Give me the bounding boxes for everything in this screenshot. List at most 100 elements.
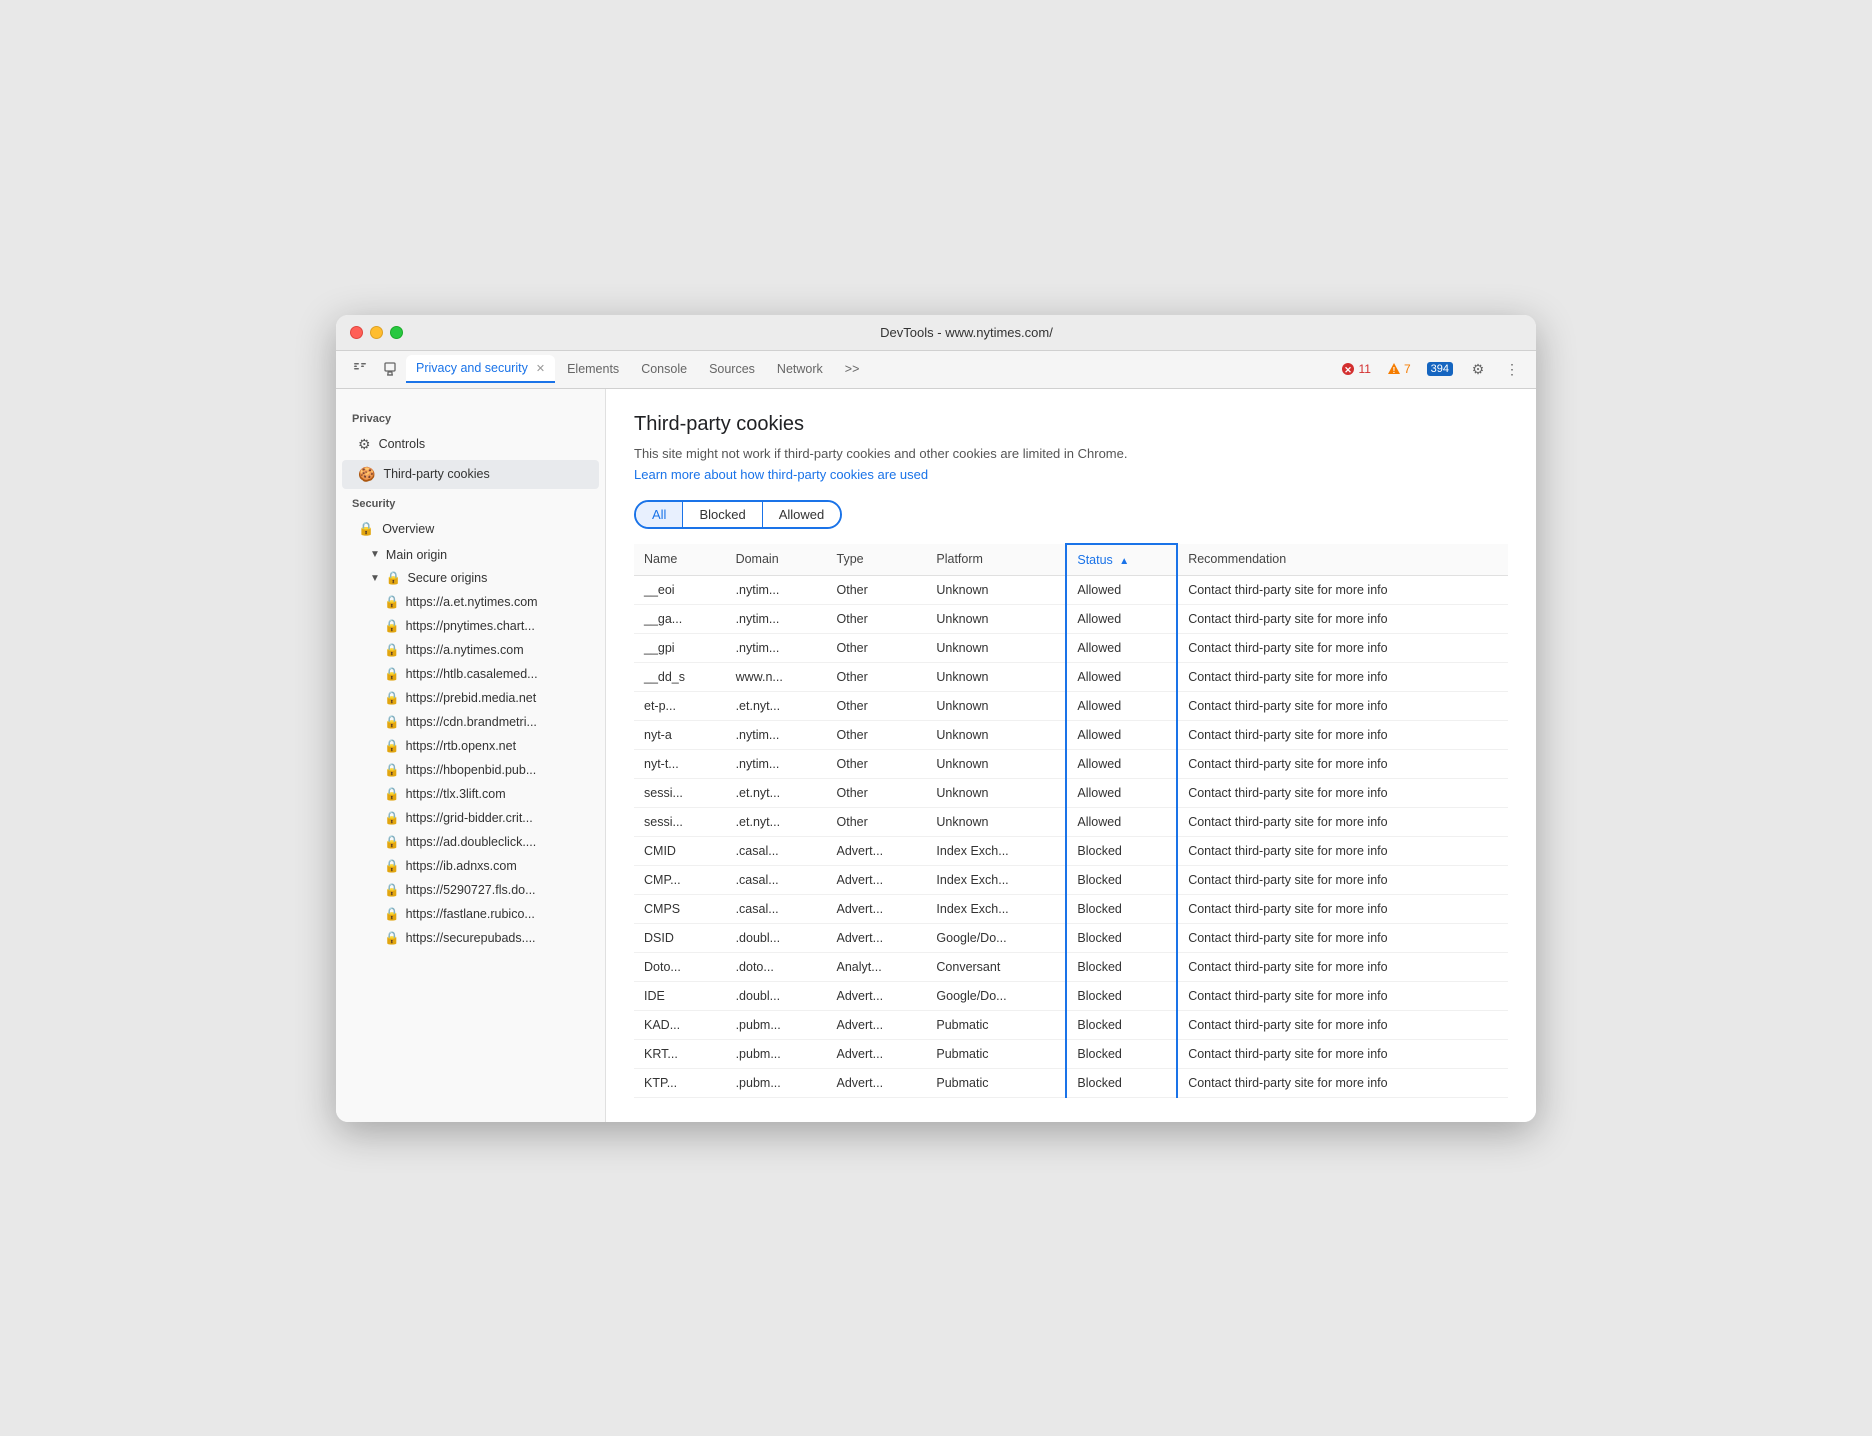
lock-icon: 🔒 [358, 521, 374, 537]
tab-close-icon[interactable]: ✕ [536, 362, 545, 375]
col-name[interactable]: Name [634, 544, 726, 576]
table-row[interactable]: nyt-a.nytim...OtherUnknownAllowedContact… [634, 720, 1508, 749]
cell-type: Advert... [827, 1068, 927, 1097]
sidebar-origin-6[interactable]: 🔒 https://cdn.brandmetri... [342, 711, 599, 734]
table-row[interactable]: __eoi.nytim...OtherUnknownAllowedContact… [634, 575, 1508, 604]
sidebar-origin-7-label: https://rtb.openx.net [406, 739, 517, 753]
tab-sources[interactable]: Sources [699, 356, 765, 382]
sidebar-origin-7[interactable]: 🔒 https://rtb.openx.net [342, 735, 599, 758]
tab-elements[interactable]: Elements [557, 356, 629, 382]
warning-badge[interactable]: ! 7 [1382, 360, 1416, 378]
cell-name: KTP... [634, 1068, 726, 1097]
selector-icon-button[interactable] [346, 355, 374, 383]
col-type[interactable]: Type [827, 544, 927, 576]
table-row[interactable]: DSID.doubl...Advert...Google/Do...Blocke… [634, 923, 1508, 952]
tab-network[interactable]: Network [767, 356, 833, 382]
sidebar-origin-12[interactable]: 🔒 https://ib.adnxs.com [342, 855, 599, 878]
table-row[interactable]: CMP....casal...Advert...Index Exch...Blo… [634, 865, 1508, 894]
lock-icon-secure: 🔒 [386, 571, 402, 586]
col-domain[interactable]: Domain [726, 544, 827, 576]
lock-icon-10: 🔒 [384, 811, 400, 826]
sidebar-main-origin[interactable]: ▼ Main origin [342, 544, 599, 566]
table-row[interactable]: nyt-t....nytim...OtherUnknownAllowedCont… [634, 749, 1508, 778]
filter-all-button[interactable]: All [636, 502, 683, 527]
learn-more-link[interactable]: Learn more about how third-party cookies… [634, 467, 928, 482]
sidebar-origin-2[interactable]: 🔒 https://pnytimes.chart... [342, 615, 599, 638]
info-badge[interactable]: 394 [1422, 360, 1458, 378]
sidebar-origin-11[interactable]: 🔒 https://ad.doubleclick.... [342, 831, 599, 854]
sidebar-origin-8[interactable]: 🔒 https://hbopenbid.pub... [342, 759, 599, 782]
table-row[interactable]: __ga....nytim...OtherUnknownAllowedConta… [634, 604, 1508, 633]
sidebar-item-overview[interactable]: 🔒 Overview [342, 515, 599, 543]
sidebar-item-third-party-cookies[interactable]: 🍪 Third-party cookies [342, 460, 599, 489]
table-row[interactable]: IDE.doubl...Advert...Google/Do...Blocked… [634, 981, 1508, 1010]
close-button[interactable] [350, 326, 363, 339]
sidebar-origin-10[interactable]: 🔒 https://grid-bidder.crit... [342, 807, 599, 830]
filter-allowed-button[interactable]: Allowed [763, 502, 841, 527]
table-row[interactable]: CMID.casal...Advert...Index Exch...Block… [634, 836, 1508, 865]
cell-platform: Unknown [926, 662, 1066, 691]
cell-type: Other [827, 807, 927, 836]
table-row[interactable]: et-p....et.nyt...OtherUnknownAllowedCont… [634, 691, 1508, 720]
cell-name: sessi... [634, 778, 726, 807]
more-options-button[interactable]: ⋮ [1498, 355, 1526, 383]
sidebar-origin-13[interactable]: 🔒 https://5290727.fls.do... [342, 879, 599, 902]
table-row[interactable]: KAD....pubm...Advert...PubmaticBlockedCo… [634, 1010, 1508, 1039]
cell-type: Other [827, 778, 927, 807]
col-recommendation[interactable]: Recommendation [1177, 544, 1508, 576]
table-row[interactable]: sessi....et.nyt...OtherUnknownAllowedCon… [634, 778, 1508, 807]
sidebar-origin-11-label: https://ad.doubleclick.... [406, 835, 537, 849]
cell-status: Blocked [1066, 1010, 1177, 1039]
error-icon: ✕ [1341, 362, 1355, 376]
table-row[interactable]: __dd_swww.n...OtherUnknownAllowedContact… [634, 662, 1508, 691]
cell-domain: .pubm... [726, 1010, 827, 1039]
table-row[interactable]: __gpi.nytim...OtherUnknownAllowedContact… [634, 633, 1508, 662]
cell-domain: .casal... [726, 894, 827, 923]
cell-name: __gpi [634, 633, 726, 662]
cell-domain: .et.nyt... [726, 807, 827, 836]
gear-icon: ⚙ [358, 436, 371, 453]
cell-status: Blocked [1066, 894, 1177, 923]
tab-privacy-security[interactable]: Privacy and security ✕ [406, 355, 555, 383]
table-row[interactable]: sessi....et.nyt...OtherUnknownAllowedCon… [634, 807, 1508, 836]
col-status[interactable]: Status ▲ [1066, 544, 1177, 576]
cell-name: KRT... [634, 1039, 726, 1068]
maximize-button[interactable] [390, 326, 403, 339]
sidebar-origin-1[interactable]: 🔒 https://a.et.nytimes.com [342, 591, 599, 614]
lock-icon-9: 🔒 [384, 787, 400, 802]
tab-more[interactable]: >> [835, 356, 870, 382]
sidebar-secure-origins[interactable]: ▼ 🔒 Secure origins [342, 567, 599, 590]
sidebar-origin-13-label: https://5290727.fls.do... [406, 883, 536, 897]
cell-status: Allowed [1066, 662, 1177, 691]
sidebar-origin-3[interactable]: 🔒 https://a.nytimes.com [342, 639, 599, 662]
filter-blocked-button[interactable]: Blocked [683, 502, 762, 527]
table-row[interactable]: CMPS.casal...Advert...Index Exch...Block… [634, 894, 1508, 923]
device-toggle-button[interactable] [376, 355, 404, 383]
sidebar-origin-15[interactable]: 🔒 https://securepubads.... [342, 927, 599, 950]
cell-name: nyt-a [634, 720, 726, 749]
table-row[interactable]: KRT....pubm...Advert...PubmaticBlockedCo… [634, 1039, 1508, 1068]
table-row[interactable]: Doto....doto...Analyt...ConversantBlocke… [634, 952, 1508, 981]
sidebar-origin-14[interactable]: 🔒 https://fastlane.rubico... [342, 903, 599, 926]
cell-type: Other [827, 633, 927, 662]
cell-recommendation: Contact third-party site for more info [1177, 749, 1508, 778]
cell-platform: Unknown [926, 691, 1066, 720]
settings-button[interactable]: ⚙ [1464, 355, 1492, 383]
cell-status: Blocked [1066, 923, 1177, 952]
cell-domain: .casal... [726, 865, 827, 894]
error-badge[interactable]: ✕ 11 [1336, 360, 1375, 378]
cell-type: Other [827, 691, 927, 720]
table-row[interactable]: KTP....pubm...Advert...PubmaticBlockedCo… [634, 1068, 1508, 1097]
tab-console[interactable]: Console [631, 356, 697, 382]
cell-domain: .doubl... [726, 981, 827, 1010]
col-platform[interactable]: Platform [926, 544, 1066, 576]
minimize-button[interactable] [370, 326, 383, 339]
cookie-icon: 🍪 [358, 466, 375, 483]
sidebar-origin-4[interactable]: 🔒 https://htlb.casalemed... [342, 663, 599, 686]
cell-recommendation: Contact third-party site for more info [1177, 1068, 1508, 1097]
lock-icon-14: 🔒 [384, 907, 400, 922]
lock-icon-15: 🔒 [384, 931, 400, 946]
sidebar-origin-5[interactable]: 🔒 https://prebid.media.net [342, 687, 599, 710]
sidebar-origin-9[interactable]: 🔒 https://tlx.3lift.com [342, 783, 599, 806]
sidebar-item-controls[interactable]: ⚙ Controls [342, 430, 599, 459]
